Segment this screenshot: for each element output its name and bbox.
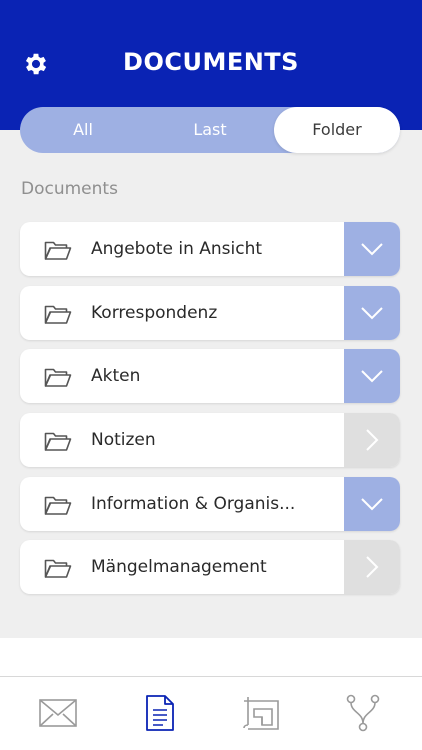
folder-icon — [44, 368, 72, 387]
chevron-right-icon — [366, 556, 379, 578]
folder-row[interactable]: Korrespondenz — [20, 286, 400, 340]
expand-button[interactable] — [344, 222, 400, 276]
expand-button[interactable] — [344, 477, 400, 531]
bottom-navigation — [0, 676, 422, 750]
folder-label: Akten — [91, 366, 141, 386]
workflow-icon — [346, 694, 380, 732]
tab-floorplan[interactable] — [239, 691, 283, 735]
folder-label: Notizen — [91, 430, 156, 450]
mail-icon — [39, 699, 77, 727]
view-segmented-control: All Last Folder — [20, 107, 400, 153]
segment-all[interactable]: All — [20, 107, 146, 153]
tab-workflow[interactable] — [341, 691, 385, 735]
folder-icon — [44, 305, 72, 324]
section-label: Documents — [21, 179, 118, 199]
chevron-down-icon — [361, 370, 383, 383]
folder-label: Korrespondenz — [91, 303, 218, 323]
folder-label: Angebote in Ansicht — [91, 239, 263, 259]
folder-row[interactable]: Angebote in Ansicht — [20, 222, 400, 276]
expand-button[interactable] — [344, 286, 400, 340]
folder-row[interactable]: Notizen — [20, 413, 400, 467]
folder-icon — [44, 241, 72, 260]
segment-folder[interactable]: Folder — [274, 107, 400, 153]
chevron-down-icon — [361, 307, 383, 320]
floorplan-icon — [243, 697, 279, 730]
folder-label: Mängelmanagement — [91, 557, 267, 577]
folder-icon — [44, 496, 72, 515]
page-title: DOCUMENTS — [123, 48, 299, 76]
open-button[interactable] — [344, 413, 400, 467]
chevron-right-icon — [366, 429, 379, 451]
folder-label: Information & Organis... — [91, 494, 296, 514]
folder-icon — [44, 559, 72, 578]
chevron-down-icon — [361, 498, 383, 511]
folder-icon — [44, 432, 72, 451]
folder-row[interactable]: Akten — [20, 349, 400, 403]
folder-row[interactable]: Information & Organis... — [20, 477, 400, 531]
chevron-down-icon — [361, 243, 383, 256]
folder-row[interactable]: Mängelmanagement — [20, 540, 400, 594]
expand-button[interactable] — [344, 349, 400, 403]
segment-last[interactable]: Last — [146, 107, 274, 153]
open-button[interactable] — [344, 540, 400, 594]
tab-documents[interactable] — [138, 691, 182, 735]
document-icon — [146, 695, 174, 731]
tab-mail[interactable] — [36, 691, 80, 735]
